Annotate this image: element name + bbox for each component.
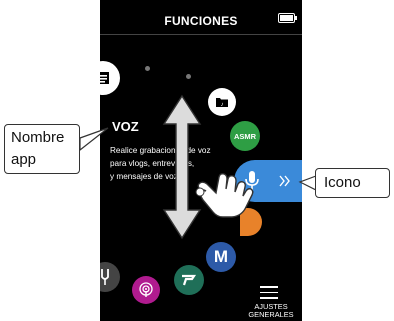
icon-callout: Icono — [315, 168, 390, 198]
app-name-callout: Nombre app — [4, 124, 80, 174]
hand-swipe-icon — [195, 173, 254, 218]
double-arrow-vertical-icon — [162, 94, 202, 240]
callout-pointer-icon — [298, 175, 317, 191]
icon-callout-label: Icono — [324, 174, 361, 191]
callout-line2: app — [11, 151, 37, 168]
callout-line1: Nombre — [11, 129, 65, 146]
callout-pointer-name — [79, 127, 109, 152]
